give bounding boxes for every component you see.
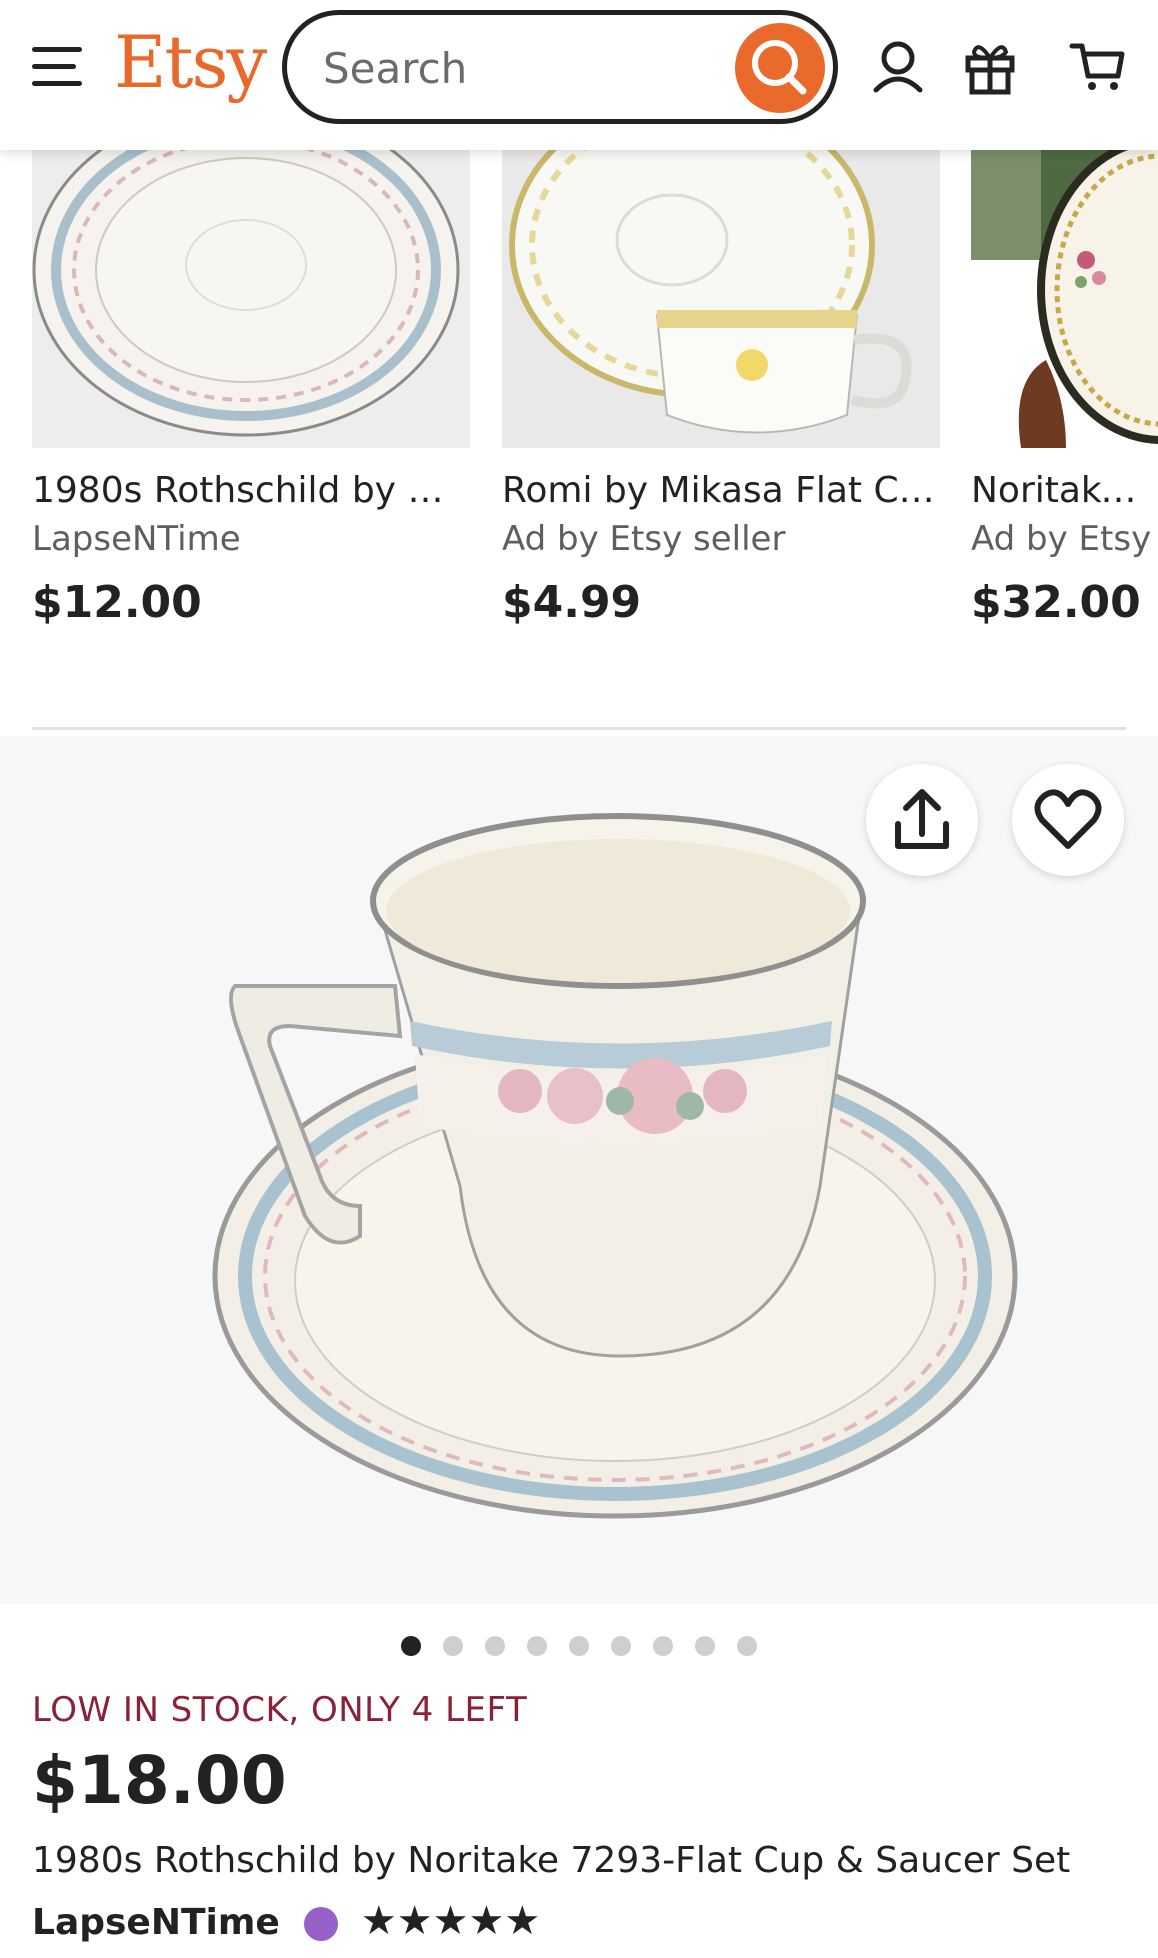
card-seller: Ad by Etsy	[971, 519, 1152, 559]
search-button[interactable]	[735, 23, 825, 113]
pagination-dot[interactable]	[485, 1636, 505, 1656]
card-price: $32.00	[971, 577, 1141, 628]
pagination-dot[interactable]	[569, 1636, 589, 1656]
card-title: 1980s Rothschild by No...	[32, 470, 470, 511]
favorite-button[interactable]	[1012, 764, 1124, 876]
card-price: $4.99	[502, 577, 642, 628]
star-seller-badge-icon	[304, 1907, 339, 1941]
search-bar[interactable]	[282, 10, 838, 124]
account-icon[interactable]	[868, 36, 928, 96]
pagination-dot[interactable]	[527, 1636, 547, 1656]
rating-stars-icon: ★★★★★	[360, 1898, 541, 1944]
shop-info: LapseNTime ★★★★★	[32, 1898, 540, 1958]
card-seller: LapseNTime	[32, 519, 241, 559]
recommendation-card[interactable]: 1980s Rothschild by No... LapseNTime $12…	[32, 150, 470, 628]
pagination-dot[interactable]	[401, 1636, 421, 1656]
recommendation-carousel: 1980s Rothschild by No... LapseNTime $12…	[0, 150, 1158, 650]
top-header: Etsy	[0, 0, 1158, 150]
recommendation-card[interactable]: Noritake M Ad by Etsy $32.00	[971, 150, 1158, 628]
search-input[interactable]	[321, 39, 705, 97]
listing-price: $18.00	[32, 1742, 287, 1819]
card-seller: Ad by Etsy seller	[502, 519, 786, 559]
pagination-dot[interactable]	[443, 1636, 463, 1656]
stock-notice: LOW IN STOCK, ONLY 4 LEFT	[32, 1690, 528, 1730]
listing-photo	[0, 736, 1158, 1604]
listing-title: 1980s Rothschild by Noritake 7293-Flat C…	[32, 1840, 1071, 1881]
pagination-dot[interactable]	[737, 1636, 757, 1656]
gift-icon[interactable]	[960, 36, 1020, 96]
search-icon	[752, 40, 807, 95]
product-thumbnail[interactable]	[502, 150, 940, 448]
share-button[interactable]	[866, 764, 978, 876]
card-title: Romi by Mikasa Flat Cu...	[502, 470, 940, 511]
pagination-dot[interactable]	[653, 1636, 673, 1656]
pagination-dot[interactable]	[695, 1636, 715, 1656]
share-icon	[895, 789, 949, 849]
image-pagination	[0, 1636, 1158, 1658]
section-divider	[32, 727, 1126, 730]
shop-name-link[interactable]: LapseNTime	[32, 1902, 280, 1943]
pagination-dot[interactable]	[611, 1636, 631, 1656]
recommendation-card[interactable]: Romi by Mikasa Flat Cu... Ad by Etsy sel…	[502, 150, 940, 628]
product-thumbnail[interactable]	[971, 150, 1158, 448]
cart-icon[interactable]	[1068, 36, 1128, 96]
listing-image-carousel[interactable]	[0, 736, 1158, 1604]
etsy-logo[interactable]: Etsy	[114, 20, 267, 104]
menu-icon[interactable]	[32, 47, 86, 87]
heart-icon	[1034, 789, 1102, 849]
card-price: $12.00	[32, 577, 202, 628]
product-thumbnail[interactable]	[32, 150, 470, 448]
card-title: Noritake M	[971, 470, 1158, 511]
